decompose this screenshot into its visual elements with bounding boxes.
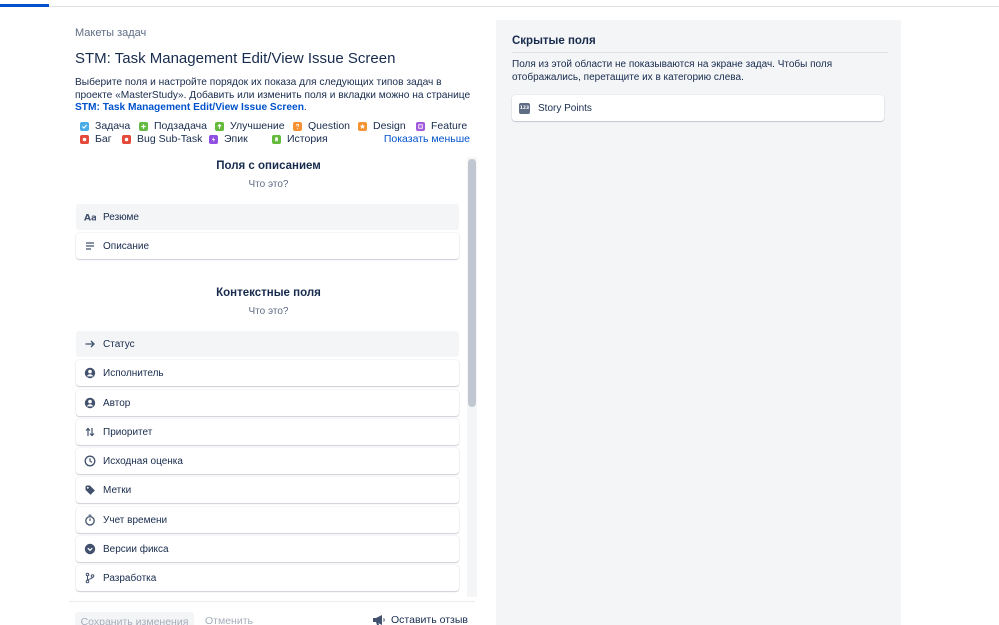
priority-icon <box>84 426 96 438</box>
issue-types-list: Задача Подзадача Улучшение Question Design Fe… <box>75 120 470 146</box>
scrollbar[interactable] <box>467 157 477 597</box>
clock-icon <box>84 455 96 467</box>
breadcrumb[interactable]: Макеты задач <box>75 27 146 39</box>
hidden-fields-title: Скрытые поля <box>512 35 596 47</box>
svg-text:Aa: Aa <box>84 214 96 224</box>
hidden-field-label: Story Points <box>538 102 592 114</box>
screen-link[interactable]: STM: Task Management Edit/View Issue Scr… <box>75 102 304 113</box>
hidden-fields-description: Поля из этой области не показываются на … <box>512 59 833 83</box>
field-label: Учет времени <box>103 514 168 526</box>
issue-type-label: Эпик <box>224 133 248 145</box>
arrow-up-icon <box>215 121 224 131</box>
issue-type-label: Question <box>308 120 351 132</box>
issue-type-item: Улучшение <box>215 120 285 132</box>
field-label: Автор <box>103 397 131 409</box>
field-item[interactable]: Метки <box>76 477 459 503</box>
active-tab-indicator <box>0 4 49 7</box>
section-title: Поля с описанием <box>216 160 321 172</box>
paragraph-icon <box>84 240 96 252</box>
footer-divider <box>69 601 475 602</box>
page-description: Выберите поля и настройте порядок их пок… <box>75 77 475 115</box>
description-text: Выберите поля и настройте порядок их пок… <box>75 77 471 101</box>
save-changes-button[interactable]: Сохранить изменения <box>75 612 194 625</box>
page-title: STM: Task Management Edit/View Issue Scr… <box>75 50 396 67</box>
lightning-icon <box>209 134 218 144</box>
scrollbar-thumb[interactable] <box>468 159 476 407</box>
issue-type-label: Улучшение <box>230 120 285 132</box>
user-icon <box>84 397 96 409</box>
question-icon <box>293 121 302 131</box>
cancel-button[interactable]: Отменить <box>205 615 253 625</box>
hidden-fields-panel: Скрытые поля Поля из этой области не пок… <box>496 20 901 625</box>
issue-type-item: Эпик <box>209 133 248 145</box>
issue-type-label: Подзадача <box>154 120 207 132</box>
text-aa-icon: Aa <box>84 211 96 224</box>
field-item[interactable]: Статус <box>76 331 459 357</box>
dot-icon <box>80 134 89 144</box>
issue-type-item: Подзадача <box>139 120 207 132</box>
dot-icon <box>122 134 131 144</box>
issue-type-label: Баг <box>95 133 112 145</box>
field-item[interactable]: Разработка <box>76 565 459 591</box>
field-item[interactable]: Приоритет <box>76 419 459 445</box>
whats-this-link[interactable]: Что это? <box>75 306 462 317</box>
field-item[interactable]: Учет времени <box>76 507 459 533</box>
stopwatch-icon <box>84 514 96 526</box>
star-icon <box>358 121 367 131</box>
field-label: Статус <box>103 338 135 350</box>
field-item[interactable]: Версии фикса <box>76 536 459 562</box>
field-label: Разработка <box>103 572 157 584</box>
hidden-field-story-points[interactable]: 123 Story Points <box>512 95 884 121</box>
feedback-button[interactable]: Оставить отзыв <box>372 614 468 625</box>
field-label: Резюме <box>103 211 139 223</box>
feedback-label: Оставить отзыв <box>391 614 468 625</box>
plus-icon <box>139 121 148 131</box>
megaphone-icon <box>373 615 385 625</box>
label-icon <box>84 484 96 496</box>
branch-icon <box>84 572 96 584</box>
issue-type-label: Feature <box>431 120 468 132</box>
description-end: . <box>303 102 307 114</box>
field-label: Метки <box>103 484 132 496</box>
field-label: Исходная оценка <box>103 455 183 467</box>
user-icon <box>84 367 96 379</box>
field-label: Приоритет <box>103 426 153 438</box>
issue-type-label: Задача <box>95 120 131 132</box>
issue-type-item: Bug Sub-Task <box>122 133 202 145</box>
field-label: Исполнитель <box>103 367 164 379</box>
whats-this-link[interactable]: Что это? <box>75 179 462 190</box>
field-item[interactable]: Описание <box>76 233 459 259</box>
issue-type-label: История <box>287 133 328 145</box>
issue-type-item: Баг <box>80 133 112 145</box>
number-icon: 123 <box>519 102 530 114</box>
check-icon <box>80 121 89 131</box>
version-icon <box>84 543 96 555</box>
screen-fields-area: Поля с описанием Что это? Aa Резюме Описание… <box>75 157 478 597</box>
issue-type-item: История <box>272 133 328 145</box>
issue-type-label: Bug Sub-Task <box>137 133 203 145</box>
bookmark-icon <box>272 134 281 144</box>
field-label: Описание <box>103 240 150 252</box>
top-navigation-bar <box>0 0 999 7</box>
field-item[interactable]: Aa Резюме <box>76 204 459 230</box>
issue-type-label: Design <box>373 120 406 132</box>
hidden-fields-divider <box>512 52 888 53</box>
issue-type-item: Задача <box>80 120 130 132</box>
section-title: Контекстные поля <box>216 287 321 299</box>
issue-type-item: Question <box>293 120 350 132</box>
issue-type-item: Feature <box>416 120 467 132</box>
show-less-link[interactable]: Показать меньше <box>384 133 470 145</box>
field-label: Версии фикса <box>103 543 169 555</box>
field-item[interactable]: Исполнитель <box>76 360 459 386</box>
issue-type-item: Design <box>358 120 406 132</box>
field-item[interactable]: Автор <box>76 390 459 416</box>
field-item[interactable]: Исходная оценка <box>76 448 459 474</box>
arrow-right-icon <box>84 338 96 350</box>
square-icon <box>416 121 425 131</box>
